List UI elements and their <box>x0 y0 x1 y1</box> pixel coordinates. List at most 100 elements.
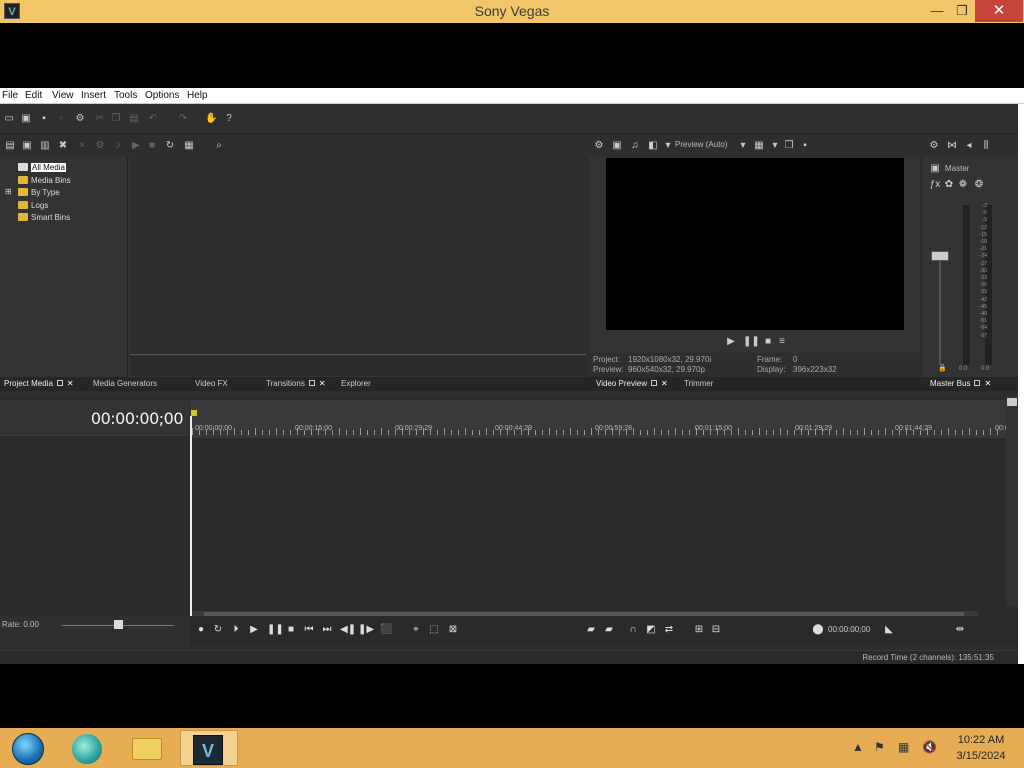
undo-icon[interactable]: ↶ <box>147 113 159 125</box>
loop-icon[interactable]: ↻ <box>212 624 224 636</box>
tab-media-generators[interactable]: Media Generators <box>93 378 157 390</box>
go-to-end-icon[interactable]: ⏭ <box>321 624 333 636</box>
paste-icon[interactable]: ▤ <box>128 113 140 125</box>
copy-snapshot-icon[interactable]: ❐ <box>783 140 795 152</box>
close-icon[interactable]: ✕ <box>984 379 991 388</box>
master-fx-icon[interactable]: ƒx <box>929 179 941 191</box>
tab-project-media[interactable]: Project Media ✕ <box>4 378 74 390</box>
dropdown-arrow-icon[interactable]: ▾ <box>737 140 749 152</box>
auto-preview-play-icon[interactable]: ▶ <box>130 140 142 152</box>
undock-icon[interactable] <box>308 380 315 386</box>
close-icon[interactable]: ✕ <box>661 379 668 388</box>
remove-media-icon[interactable]: ✖ <box>57 140 69 152</box>
selection-tool-icon[interactable]: ⬚ <box>428 624 440 636</box>
close-icon[interactable]: ✕ <box>319 379 326 388</box>
mute-icon[interactable]: ✿ <box>943 179 955 191</box>
capture-icon[interactable]: ▣ <box>21 140 33 152</box>
fx-icon[interactable]: ♫ <box>629 140 641 152</box>
rate-slider[interactable] <box>114 620 123 629</box>
new-project-icon[interactable]: ▭ <box>3 113 15 125</box>
redo-icon[interactable]: ↷ <box>177 113 189 125</box>
tree-item-all-media[interactable]: All Media <box>18 162 66 173</box>
tab-master-bus[interactable]: Master Bus ✕ <box>930 378 991 390</box>
close-button[interactable]: ✕ <box>975 0 1023 22</box>
tab-trimmer[interactable]: Trimmer <box>684 378 713 390</box>
tab-video-preview[interactable]: Video Preview ✕ <box>596 378 668 390</box>
preview-quality-dropdown[interactable]: Preview (Auto) <box>675 140 727 149</box>
split-screen-icon[interactable]: ◧ <box>647 140 659 152</box>
menu-view[interactable]: View <box>52 90 74 101</box>
menu-file[interactable]: File <box>2 90 18 101</box>
volume-muted-icon[interactable]: 🔇 <box>922 740 937 754</box>
menu-help[interactable]: Help <box>187 90 208 101</box>
undock-icon[interactable] <box>651 380 657 386</box>
taskbar-sony-vegas[interactable]: V <box>180 730 238 766</box>
media-list[interactable] <box>130 157 586 355</box>
tab-explorer[interactable]: Explorer <box>341 378 371 390</box>
network-icon[interactable]: ▦ <box>898 740 909 754</box>
import-media-icon[interactable]: ▤ <box>4 140 16 152</box>
previous-frame-icon[interactable]: ◀❚ <box>340 624 356 636</box>
preview-screen[interactable] <box>606 158 904 330</box>
close-icon[interactable]: ✕ <box>67 379 74 388</box>
properties-gear-icon[interactable]: ⚙ <box>74 113 86 125</box>
menu-insert[interactable]: Insert <box>81 90 106 101</box>
overlays-grid-icon[interactable]: ▦ <box>753 140 765 152</box>
get-media-icon[interactable]: ▥ <box>39 140 51 152</box>
taskbar-internet-explorer[interactable] <box>62 730 118 766</box>
search-icon[interactable]: ⌕ <box>213 140 225 152</box>
taskbar-file-explorer[interactable] <box>122 730 178 766</box>
pause-icon[interactable]: ❚❚ <box>743 336 760 348</box>
go-to-start-icon[interactable]: ⏮ <box>303 624 315 636</box>
copy-icon[interactable]: ❐ <box>110 113 122 125</box>
next-frame-icon[interactable]: ❚▶ <box>358 624 374 636</box>
cut-icon[interactable]: ✂ <box>94 113 106 125</box>
system-clock[interactable]: 10:22 AM 3/15/2024 <box>950 732 1012 764</box>
show-hidden-icons-icon[interactable]: ▲ <box>852 740 864 754</box>
time-ruler[interactable]: 00:00:00;00 00:00:15;00 00:00:29;29 00:00:4… <box>190 400 1014 438</box>
play-icon[interactable]: ▶ <box>725 336 737 348</box>
automation-icon[interactable]: ❂ <box>973 179 985 191</box>
envelope-tool-icon[interactable]: ⌖ <box>410 624 422 636</box>
track-area[interactable] <box>190 438 1006 608</box>
media-properties-icon[interactable]: ⚙ <box>94 140 106 152</box>
help-icon[interactable]: ? <box>223 113 235 125</box>
effects-icon[interactable]: ♪ <box>112 140 124 152</box>
channels-icon[interactable]: ⫼ <box>980 140 992 152</box>
master-fader[interactable] <box>931 251 949 261</box>
save-icon[interactable]: ▪ <box>38 113 50 125</box>
menu-tools[interactable]: Tools <box>114 90 137 101</box>
playhead-cursor[interactable] <box>190 416 192 624</box>
lock-icon[interactable]: 🔒 <box>938 364 947 372</box>
menu-options[interactable]: Options <box>145 90 179 101</box>
zoom-tool-icon[interactable]: ⊠ <box>447 624 459 636</box>
ignore-grouping-icon[interactable]: ⊟ <box>710 624 722 636</box>
minimize-button[interactable]: — <box>923 0 951 22</box>
lock-envelopes-icon[interactable]: ⊞ <box>693 624 705 636</box>
save-as-icon[interactable]: ▫ <box>55 113 67 125</box>
stop-icon[interactable]: ■ <box>762 336 774 348</box>
auto-preview-icon[interactable]: ↻ <box>164 140 176 152</box>
vertical-scrollbar[interactable] <box>1006 396 1018 606</box>
track-list[interactable] <box>0 436 189 606</box>
undock-icon[interactable] <box>974 380 981 386</box>
master-gear-icon[interactable]: ⚙ <box>928 140 940 152</box>
ripple-edit-icon[interactable]: ⇄ <box>663 624 675 636</box>
snapping-icon[interactable]: ∩ <box>627 624 639 636</box>
tree-item-by-type[interactable]: By Type <box>18 187 60 198</box>
stop-preview-icon[interactable]: ■ <box>146 140 158 152</box>
tree-item-smart-bins[interactable]: Smart Bins <box>18 212 70 223</box>
menu-edit[interactable]: Edit <box>25 90 42 101</box>
dropdown-arrow-icon[interactable]: ▾ <box>662 140 674 152</box>
external-monitor-icon[interactable]: ▣ <box>611 140 623 152</box>
undock-icon[interactable] <box>56 380 63 386</box>
save-snapshot-icon[interactable]: ▪ <box>799 140 811 152</box>
dim-output-icon[interactable]: ◂ <box>963 140 975 152</box>
start-button[interactable] <box>4 730 50 766</box>
maximize-button[interactable]: ❐ <box>948 0 976 22</box>
menu-icon[interactable]: ≡ <box>776 336 788 348</box>
tree-item-media-bins[interactable]: Media Bins <box>18 175 71 186</box>
solo-icon[interactable]: ❁ <box>957 179 969 191</box>
dropdown-arrow-icon[interactable]: ▾ <box>769 140 781 152</box>
region-icon[interactable]: ▰ <box>603 624 615 636</box>
